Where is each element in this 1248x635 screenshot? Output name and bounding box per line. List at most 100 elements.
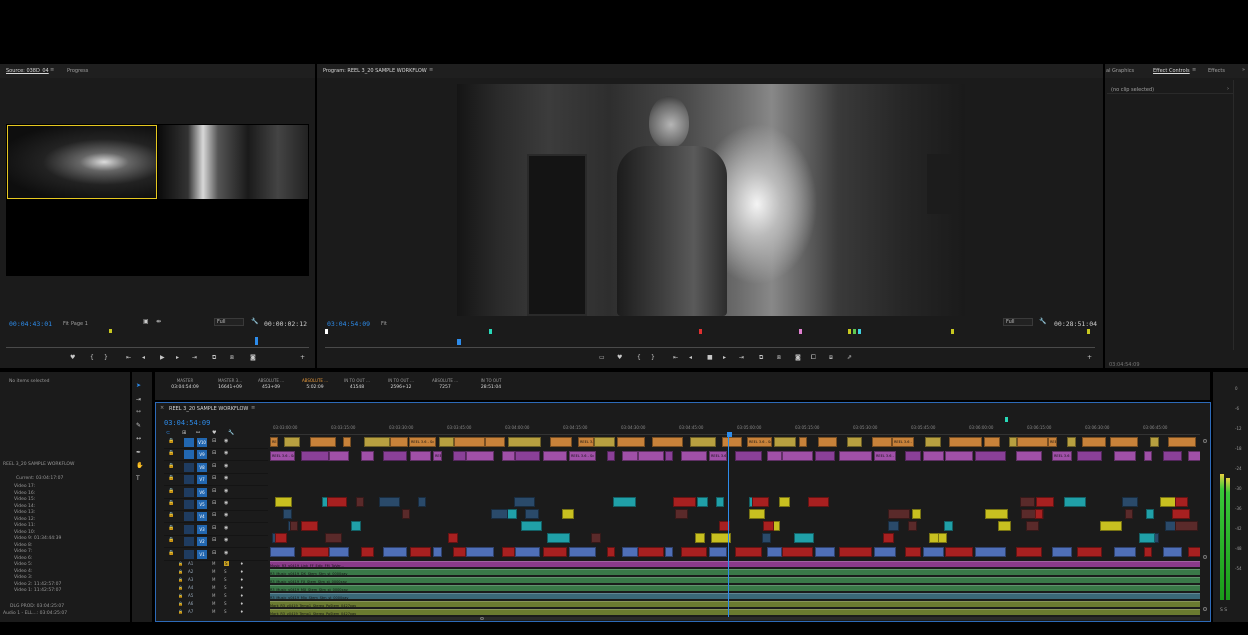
video-clip[interactable] xyxy=(794,533,814,543)
timeline-vscroll[interactable] xyxy=(1202,437,1208,617)
audio-clip[interactable]: Mark_R3_v0419_Temp1_Stereo_PoStem_0427xa… xyxy=(270,609,1200,615)
video-clip[interactable] xyxy=(638,451,664,461)
video-clip[interactable] xyxy=(1114,451,1136,461)
video-clip[interactable] xyxy=(818,437,837,447)
video-clip[interactable] xyxy=(1077,547,1102,557)
lock-icon[interactable]: 🔒 xyxy=(178,584,183,592)
video-clip[interactable] xyxy=(923,547,944,557)
video-clip[interactable] xyxy=(1163,451,1182,461)
video-clip[interactable] xyxy=(1035,509,1043,519)
razor-tool-icon[interactable]: ✎ xyxy=(136,422,141,430)
video-clip[interactable] xyxy=(379,497,400,507)
track-name-v10[interactable]: V10 xyxy=(197,438,207,447)
overwrite-clip-icon[interactable]: ⧈ xyxy=(230,354,234,362)
video-clip[interactable] xyxy=(550,437,572,447)
video-clip[interactable] xyxy=(762,533,771,543)
video-clip[interactable] xyxy=(343,437,351,447)
video-clip[interactable]: REEL 3.6 - Sc xyxy=(569,451,596,461)
video-clip[interactable] xyxy=(1175,521,1198,531)
video-clip[interactable] xyxy=(1017,437,1048,447)
linked-icon[interactable]: ⚯ xyxy=(196,429,200,437)
video-clip[interactable] xyxy=(466,451,494,461)
video-clip[interactable] xyxy=(310,437,336,447)
video-clip[interactable] xyxy=(439,437,454,447)
program-fit-select[interactable]: Fit xyxy=(381,321,387,327)
track-name-a2[interactable]: A2 xyxy=(188,569,193,574)
video-clip[interactable] xyxy=(763,521,774,531)
timeline-menu-icon[interactable]: ≡ xyxy=(251,405,255,411)
video-clip[interactable] xyxy=(716,497,724,507)
video-clip[interactable] xyxy=(815,451,835,461)
video-clip[interactable] xyxy=(275,533,287,543)
mic-icon[interactable]: ♦ xyxy=(240,608,244,616)
source-patch-v8[interactable] xyxy=(184,462,194,472)
menu-icon[interactable]: ≡ xyxy=(50,67,54,73)
nest-icon[interactable]: ⊞ xyxy=(182,429,186,437)
track-name-v2[interactable]: V2 xyxy=(197,537,207,547)
go-to-in-icon[interactable]: ⇤ xyxy=(126,354,131,362)
type-tool-icon[interactable]: T xyxy=(136,475,140,483)
video-clip[interactable] xyxy=(872,437,892,447)
video-clip[interactable] xyxy=(547,533,570,543)
sync-lock-icon[interactable]: ⊟ xyxy=(212,536,216,544)
video-clip[interactable] xyxy=(1172,509,1190,519)
video-clip[interactable] xyxy=(1082,437,1106,447)
video-clip[interactable] xyxy=(275,497,292,507)
mic-icon[interactable]: ♦ xyxy=(240,568,244,576)
video-clip[interactable] xyxy=(290,521,298,531)
video-clip[interactable] xyxy=(607,547,615,557)
program-marker-icon[interactable]: ♥ xyxy=(617,354,622,362)
video-clip[interactable] xyxy=(453,451,466,461)
program-step-fwd-icon[interactable]: ▸ xyxy=(723,354,726,362)
video-clip[interactable] xyxy=(327,497,347,507)
more-tabs-icon[interactable]: » xyxy=(1242,67,1245,73)
sync-lock-icon[interactable]: ⊟ xyxy=(212,524,216,532)
video-clip[interactable]: REEL 3.6 - Sc xyxy=(578,437,594,447)
sync-lock-icon[interactable]: ⊟ xyxy=(212,487,216,495)
lock-icon[interactable]: 🔒 xyxy=(178,568,183,576)
video-clip[interactable] xyxy=(617,437,645,447)
video-clip[interactable] xyxy=(638,547,664,557)
video-clip[interactable] xyxy=(1016,451,1042,461)
video-clip[interactable] xyxy=(453,547,466,557)
video-clip[interactable] xyxy=(594,437,615,447)
video-clip[interactable] xyxy=(301,521,318,531)
video-clip[interactable] xyxy=(361,451,374,461)
video-clip[interactable] xyxy=(1016,547,1042,557)
video-clip[interactable] xyxy=(569,547,596,557)
program-wrench-icon[interactable]: 🔧 xyxy=(1039,318,1046,326)
video-clip[interactable] xyxy=(508,437,541,447)
video-clip[interactable]: REEL 3.6 - Sc xyxy=(709,451,727,461)
video-clip[interactable]: REEL 3.6 - Sc xyxy=(409,437,436,447)
video-clip[interactable] xyxy=(515,547,540,557)
effect-controls-menu-icon[interactable]: ≡ xyxy=(1192,67,1196,73)
mute-button[interactable]: M xyxy=(212,601,215,606)
add-marker-icon[interactable]: ♥ xyxy=(70,354,75,362)
video-clip[interactable] xyxy=(1125,509,1133,519)
video-clip[interactable] xyxy=(1020,497,1035,507)
video-clip[interactable]: REEL 3.6 - Sc xyxy=(270,451,295,461)
video-clip[interactable] xyxy=(929,533,939,543)
lock-icon[interactable]: 🔒 xyxy=(178,608,183,616)
video-clip[interactable] xyxy=(383,451,407,461)
video-clip[interactable] xyxy=(525,509,539,519)
track-name-v1[interactable]: V1 xyxy=(197,549,207,559)
video-clip[interactable]: REEL 3.6 - Sc xyxy=(433,451,442,461)
video-clip[interactable] xyxy=(874,547,896,557)
video-clip[interactable] xyxy=(433,547,442,557)
program-mark-in-icon[interactable]: { xyxy=(637,354,641,362)
program-step-back-icon[interactable]: ◂ xyxy=(689,354,692,362)
hand-tool-icon[interactable]: ✋ xyxy=(136,462,143,470)
video-clip[interactable] xyxy=(975,451,1006,461)
video-clip[interactable] xyxy=(418,497,426,507)
track-name-v9[interactable]: V9 xyxy=(197,450,207,460)
video-clip[interactable] xyxy=(283,509,292,519)
video-clip[interactable] xyxy=(1175,497,1188,507)
video-clip[interactable]: REEL 3.6 - Sc xyxy=(1048,437,1057,447)
source-patch-v2[interactable] xyxy=(184,537,194,547)
graphics-tab[interactable]: al Graphics xyxy=(1106,68,1134,74)
lock-icon[interactable]: 🔒 xyxy=(168,449,174,457)
video-clip[interactable] xyxy=(410,547,431,557)
video-clip[interactable] xyxy=(1064,497,1086,507)
eye-icon[interactable]: ◉ xyxy=(224,499,228,507)
